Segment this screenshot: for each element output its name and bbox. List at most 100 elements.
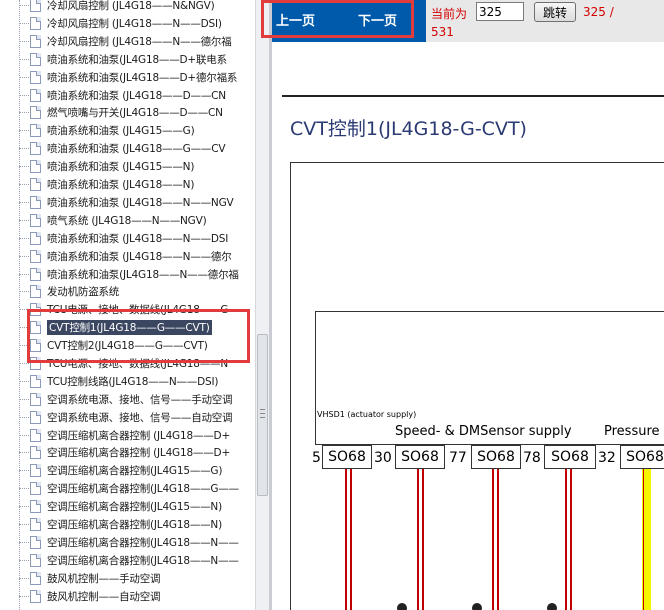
tree-branch-line (19, 291, 29, 292)
document-icon (30, 105, 41, 119)
tree-branch-line (19, 452, 29, 453)
tree-branch-line (19, 506, 29, 507)
tree-item[interactable]: 空调压缩机离合器控制(JL4G15——G) (30, 461, 255, 479)
document-icon (30, 481, 41, 495)
document-icon (30, 463, 41, 477)
tree-branch-line (19, 5, 29, 6)
page-total: 531 (431, 25, 454, 39)
tree-item[interactable]: 喷油系统和油泵 (JL4G18——N) (30, 175, 255, 193)
tree-guide-line (19, 0, 20, 610)
document-icon (30, 535, 41, 549)
tree-item[interactable]: 喷油系统和油泵(JL4G18——D+联电系 (30, 50, 255, 68)
document-icon (30, 159, 41, 173)
tree-item[interactable]: 空调压缩机离合器控制(JL4G18——G—— (30, 479, 255, 497)
current-page-label: 当前为 (431, 7, 468, 21)
tree-item[interactable]: 空调压缩机离合器控制(JL4G18——N—— (30, 533, 255, 551)
tree-item[interactable]: 喷油系统和油泵 (JL4G18——D——CN (30, 86, 255, 104)
document-icon (30, 52, 41, 66)
tree-item[interactable]: 喷油系统和油泵 (JL4G15——N) (30, 157, 255, 175)
page-title: CVT控制1(JL4G18-G-CVT) (290, 118, 527, 140)
page-count: 325 / (583, 5, 614, 19)
tree-item[interactable]: 发动机防盗系统 (30, 282, 255, 300)
tree-item-label: 空调压缩机离合器控制(JL4G18——N—— (47, 536, 239, 549)
tree-item-label: 喷油系统和油泵 (JL4G18——N——德尔 (47, 250, 232, 263)
tree-item-label: 空调压缩机离合器控制(JL4G15——N) (47, 500, 222, 513)
tree-item-label: 喷油系统和油泵 (JL4G18——N——DSI (47, 232, 229, 245)
document-icon (30, 392, 41, 406)
document-icon (30, 499, 41, 513)
tree-item[interactable]: 空调系统电源、接地、信号——手动空调 (30, 390, 255, 408)
tree-item[interactable]: 空调压缩机离合器控制 (JL4G18——D+ (30, 426, 255, 444)
tree-branch-line (19, 184, 29, 185)
tree-item-label: 喷油系统和油泵 (JL4G18——D——CN (47, 89, 226, 102)
tree-item[interactable]: 喷气系统 (JL4G18——N——NGV) (30, 211, 255, 229)
scrollbar-thumb[interactable] (257, 334, 268, 496)
tree-item[interactable]: 鼓风机控制——自动空调 (30, 587, 255, 605)
tree-item[interactable]: 空调压缩机离合器控制(JL4G15——N) (30, 497, 255, 515)
tree-branch-line (19, 77, 29, 78)
tree-scrollbar[interactable] (255, 0, 269, 610)
page-jump-toolbar: 当前为 跳转 325 / 531 (426, 0, 664, 42)
tree-item-label: 冷却风扇控制 (JL4G18——N&NGV) (47, 0, 215, 12)
tree-branch-line (19, 202, 29, 203)
tree-item[interactable]: 喷油系统和油泵 (JL4G18——N——DSI (30, 229, 255, 247)
tree-item-label: TCU控制线路(JL4G18——N——DSI) (47, 375, 219, 388)
signal-label-pressure: Pressure (604, 424, 660, 439)
tree-branch-line (19, 130, 29, 131)
tree-item[interactable]: 喷油系统和油泵(JL4G18——N——德尔福 (30, 265, 255, 283)
tree-item[interactable]: 空调系统电源、接地、信号——自动空调 (30, 408, 255, 426)
tree-item-label: 冷却风扇控制 (JL4G18——N——德尔福 (47, 35, 232, 48)
tree-branch-line (19, 524, 29, 525)
tree-item[interactable]: 冷却风扇控制 (JL4G18——N——德尔福 (30, 32, 255, 50)
tree-item-label: 喷油系统和油泵 (JL4G18——G——CV (47, 142, 226, 155)
connector-box: SO68 (544, 445, 596, 469)
tree-item[interactable]: 冷却风扇控制 (JL4G18——N——DSI) (30, 14, 255, 32)
tree-branch-line (19, 256, 29, 257)
tree-branch-line (19, 148, 29, 149)
diagram-mark (397, 603, 407, 610)
tree-item-label: 喷油系统和油泵(JL4G18——D+德尔福系 (47, 71, 238, 84)
tree-branch-line (19, 399, 29, 400)
document-icon (30, 213, 41, 227)
vhsd-label: VHSD1 (actuator supply) (317, 410, 417, 419)
tree-item[interactable]: 空调压缩机离合器控制(JL4G18——N—— (30, 551, 255, 569)
tree-item-label: 喷油系统和油泵 (JL4G15——N) (47, 160, 195, 173)
connector-box: SO68 (620, 445, 664, 469)
tree-item[interactable]: 喷油系统和油泵 (JL4G18——N——德尔 (30, 247, 255, 265)
tree-item-label: 空调压缩机离合器控制 (JL4G18——D+ (47, 446, 231, 459)
tree-branch-line (19, 363, 29, 364)
tree-item[interactable]: 冷却风扇控制 (JL4G18——N&NGV) (30, 0, 255, 14)
document-viewer: 上一页 下一页 当前为 跳转 325 / 531 CVT控制1(JL4G18-G… (272, 0, 664, 610)
wire-yellow (642, 469, 651, 610)
tree-item[interactable]: 燃气喷嘴与开关(JL4G18——D——CN (30, 103, 255, 121)
tree-branch-line (19, 112, 29, 113)
tree-item[interactable]: 喷油系统和油泵(JL4G18——D+德尔福系 (30, 68, 255, 86)
tree-item-label: 鼓风机控制——手动空调 (47, 572, 161, 585)
document-icon (30, 16, 41, 30)
document-icon (30, 428, 41, 442)
document-icon (30, 249, 41, 263)
document-icon (30, 34, 41, 48)
document-icon (30, 589, 41, 603)
tree-branch-line (19, 95, 29, 96)
page-number-input[interactable] (476, 2, 524, 21)
document-icon (30, 231, 41, 245)
tree-branch-line (19, 596, 29, 597)
tree-item[interactable]: 喷油系统和油泵 (JL4G18——G——CV (30, 139, 255, 157)
highlight-selected-item (27, 309, 250, 363)
document-tree: 冷却风扇控制 (JL4G18——N&NGV) 冷却风扇控制 (JL4G18——N—… (0, 0, 255, 610)
tree-item-label: 冷却风扇控制 (JL4G18——N——DSI) (47, 17, 222, 30)
document-icon (30, 284, 41, 298)
document-icon (30, 445, 41, 459)
tree-item[interactable]: 喷油系统和油泵 (JL4G15——G) (30, 121, 255, 139)
tree-item[interactable]: TCU控制线路(JL4G18——N——DSI) (30, 372, 255, 390)
tree-item[interactable]: 空调压缩机离合器控制 (JL4G18——D+ (30, 443, 255, 461)
tree-item[interactable]: 空调压缩机离合器控制(JL4G18——N) (30, 515, 255, 533)
tree-item-label: 燃气喷嘴与开关(JL4G18——D——CN (47, 106, 223, 119)
tree-branch-line (19, 542, 29, 543)
jump-button[interactable]: 跳转 (534, 2, 576, 22)
tree-branch-line (19, 41, 29, 42)
tree-item[interactable]: 鼓风机控制——手动空调 (30, 569, 255, 587)
tree-branch-line (19, 220, 29, 221)
tree-item[interactable]: 喷油系统和油泵 (JL4G18——N——NGV (30, 193, 255, 211)
